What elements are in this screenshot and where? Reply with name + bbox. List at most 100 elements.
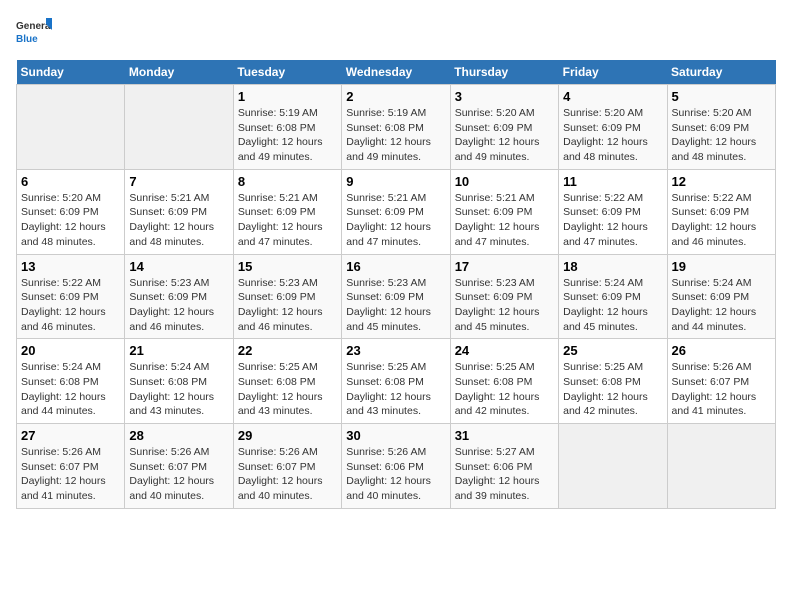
- day-number: 27: [21, 428, 120, 443]
- calendar-cell: 22 Sunrise: 5:25 AMSunset: 6:08 PMDayligh…: [233, 339, 341, 424]
- day-number: 2: [346, 89, 445, 104]
- calendar-cell: 27 Sunrise: 5:26 AMSunset: 6:07 PMDayligh…: [17, 424, 125, 509]
- day-info: Sunrise: 5:26 AMSunset: 6:07 PMDaylight:…: [672, 360, 771, 419]
- day-info: Sunrise: 5:26 AMSunset: 6:07 PMDaylight:…: [21, 445, 120, 504]
- column-header-friday: Friday: [559, 60, 667, 85]
- day-number: 4: [563, 89, 662, 104]
- day-number: 25: [563, 343, 662, 358]
- day-number: 10: [455, 174, 554, 189]
- day-number: 5: [672, 89, 771, 104]
- calendar-cell: 5 Sunrise: 5:20 AMSunset: 6:09 PMDaylight…: [667, 85, 775, 170]
- day-number: 13: [21, 259, 120, 274]
- day-info: Sunrise: 5:25 AMSunset: 6:08 PMDaylight:…: [563, 360, 662, 419]
- day-number: 16: [346, 259, 445, 274]
- day-info: Sunrise: 5:23 AMSunset: 6:09 PMDaylight:…: [455, 276, 554, 335]
- calendar-cell: 30Sunrise: 5:26 AMSunset: 6:06 PMDayligh…: [342, 424, 450, 509]
- day-info: Sunrise: 5:26 AMSunset: 6:07 PMDaylight:…: [129, 445, 228, 504]
- calendar-cell: 7Sunrise: 5:21 AMSunset: 6:09 PMDaylight…: [125, 169, 233, 254]
- column-header-thursday: Thursday: [450, 60, 558, 85]
- calendar-cell: 15Sunrise: 5:23 AMSunset: 6:09 PMDayligh…: [233, 254, 341, 339]
- calendar-cell: 8 Sunrise: 5:21 AMSunset: 6:09 PMDaylight…: [233, 169, 341, 254]
- day-number: 28: [129, 428, 228, 443]
- calendar-week-row: 27 Sunrise: 5:26 AMSunset: 6:07 PMDayligh…: [17, 424, 776, 509]
- logo: General Blue: [16, 16, 52, 52]
- calendar-cell: 14 Sunrise: 5:23 AMSunset: 6:09 PMDayligh…: [125, 254, 233, 339]
- day-info: Sunrise: 5:23 AMSunset: 6:09 PMDaylight:…: [129, 276, 228, 335]
- day-number: 20: [21, 343, 120, 358]
- calendar-cell: 11 Sunrise: 5:22 AMSunset: 6:09 PMDayligh…: [559, 169, 667, 254]
- day-number: 12: [672, 174, 771, 189]
- svg-text:Blue: Blue: [16, 34, 38, 45]
- day-info: Sunrise: 5:22 AMSunset: 6:09 PMDaylight:…: [672, 191, 771, 250]
- day-info: Sunrise: 5:22 AMSunset: 6:09 PMDaylight:…: [563, 191, 662, 250]
- day-number: 18: [563, 259, 662, 274]
- day-number: 6: [21, 174, 120, 189]
- calendar-cell: 4 Sunrise: 5:20 AMSunset: 6:09 PMDaylight…: [559, 85, 667, 170]
- calendar-cell: 16 Sunrise: 5:23 AMSunset: 6:09 PMDayligh…: [342, 254, 450, 339]
- calendar-cell: 9 Sunrise: 5:21 AMSunset: 6:09 PMDaylight…: [342, 169, 450, 254]
- calendar-cell: 28 Sunrise: 5:26 AMSunset: 6:07 PMDayligh…: [125, 424, 233, 509]
- calendar-cell: 6 Sunrise: 5:20 AMSunset: 6:09 PMDaylight…: [17, 169, 125, 254]
- calendar-table: SundayMondayTuesdayWednesdayThursdayFrid…: [16, 60, 776, 509]
- day-info: Sunrise: 5:20 AMSunset: 6:09 PMDaylight:…: [672, 106, 771, 165]
- calendar-cell: 25 Sunrise: 5:25 AMSunset: 6:08 PMDayligh…: [559, 339, 667, 424]
- day-info: Sunrise: 5:23 AMSunset: 6:09 PMDaylight:…: [238, 276, 337, 335]
- calendar-cell: 19Sunrise: 5:24 AMSunset: 6:09 PMDayligh…: [667, 254, 775, 339]
- calendar-cell: 12 Sunrise: 5:22 AMSunset: 6:09 PMDayligh…: [667, 169, 775, 254]
- calendar-cell: 10Sunrise: 5:21 AMSunset: 6:09 PMDayligh…: [450, 169, 558, 254]
- day-number: 22: [238, 343, 337, 358]
- day-number: 1: [238, 89, 337, 104]
- calendar-cell: [125, 85, 233, 170]
- day-info: Sunrise: 5:25 AMSunset: 6:08 PMDaylight:…: [346, 360, 445, 419]
- calendar-week-row: 20 Sunrise: 5:24 AMSunset: 6:08 PMDayligh…: [17, 339, 776, 424]
- day-info: Sunrise: 5:20 AMSunset: 6:09 PMDaylight:…: [21, 191, 120, 250]
- day-number: 29: [238, 428, 337, 443]
- day-number: 21: [129, 343, 228, 358]
- calendar-week-row: 13 Sunrise: 5:22 AMSunset: 6:09 PMDayligh…: [17, 254, 776, 339]
- day-info: Sunrise: 5:19 AMSunset: 6:08 PMDaylight:…: [238, 106, 337, 165]
- day-number: 23: [346, 343, 445, 358]
- calendar-cell: 26Sunrise: 5:26 AMSunset: 6:07 PMDayligh…: [667, 339, 775, 424]
- column-header-tuesday: Tuesday: [233, 60, 341, 85]
- day-info: Sunrise: 5:20 AMSunset: 6:09 PMDaylight:…: [455, 106, 554, 165]
- calendar-cell: 17 Sunrise: 5:23 AMSunset: 6:09 PMDayligh…: [450, 254, 558, 339]
- day-info: Sunrise: 5:24 AMSunset: 6:09 PMDaylight:…: [563, 276, 662, 335]
- day-info: Sunrise: 5:22 AMSunset: 6:09 PMDaylight:…: [21, 276, 120, 335]
- logo-graphic: General Blue: [16, 16, 52, 52]
- column-header-sunday: Sunday: [17, 60, 125, 85]
- day-number: 19: [672, 259, 771, 274]
- day-info: Sunrise: 5:26 AMSunset: 6:07 PMDaylight:…: [238, 445, 337, 504]
- calendar-cell: 23 Sunrise: 5:25 AMSunset: 6:08 PMDayligh…: [342, 339, 450, 424]
- calendar-cell: 18 Sunrise: 5:24 AMSunset: 6:09 PMDayligh…: [559, 254, 667, 339]
- day-info: Sunrise: 5:25 AMSunset: 6:08 PMDaylight:…: [455, 360, 554, 419]
- calendar-cell: 1 Sunrise: 5:19 AMSunset: 6:08 PMDaylight…: [233, 85, 341, 170]
- day-number: 24: [455, 343, 554, 358]
- day-number: 3: [455, 89, 554, 104]
- day-info: Sunrise: 5:25 AMSunset: 6:08 PMDaylight:…: [238, 360, 337, 419]
- day-info: Sunrise: 5:23 AMSunset: 6:09 PMDaylight:…: [346, 276, 445, 335]
- calendar-cell: 24 Sunrise: 5:25 AMSunset: 6:08 PMDayligh…: [450, 339, 558, 424]
- calendar-cell: 20 Sunrise: 5:24 AMSunset: 6:08 PMDayligh…: [17, 339, 125, 424]
- day-number: 17: [455, 259, 554, 274]
- calendar-cell: [17, 85, 125, 170]
- calendar-cell: 21Sunrise: 5:24 AMSunset: 6:08 PMDayligh…: [125, 339, 233, 424]
- calendar-cell: 31 Sunrise: 5:27 AMSunset: 6:06 PMDayligh…: [450, 424, 558, 509]
- calendar-cell: [667, 424, 775, 509]
- day-number: 9: [346, 174, 445, 189]
- day-info: Sunrise: 5:21 AMSunset: 6:09 PMDaylight:…: [346, 191, 445, 250]
- day-number: 31: [455, 428, 554, 443]
- calendar-week-row: 1 Sunrise: 5:19 AMSunset: 6:08 PMDaylight…: [17, 85, 776, 170]
- day-info: Sunrise: 5:27 AMSunset: 6:06 PMDaylight:…: [455, 445, 554, 504]
- calendar-cell: 13 Sunrise: 5:22 AMSunset: 6:09 PMDayligh…: [17, 254, 125, 339]
- calendar-header-row: SundayMondayTuesdayWednesdayThursdayFrid…: [17, 60, 776, 85]
- day-info: Sunrise: 5:20 AMSunset: 6:09 PMDaylight:…: [563, 106, 662, 165]
- calendar-cell: 2Sunrise: 5:19 AMSunset: 6:08 PMDaylight…: [342, 85, 450, 170]
- day-info: Sunrise: 5:24 AMSunset: 6:08 PMDaylight:…: [21, 360, 120, 419]
- day-info: Sunrise: 5:21 AMSunset: 6:09 PMDaylight:…: [238, 191, 337, 250]
- day-number: 8: [238, 174, 337, 189]
- day-number: 14: [129, 259, 228, 274]
- calendar-cell: 3 Sunrise: 5:20 AMSunset: 6:09 PMDaylight…: [450, 85, 558, 170]
- day-number: 7: [129, 174, 228, 189]
- page-header: General Blue: [16, 16, 776, 52]
- day-number: 11: [563, 174, 662, 189]
